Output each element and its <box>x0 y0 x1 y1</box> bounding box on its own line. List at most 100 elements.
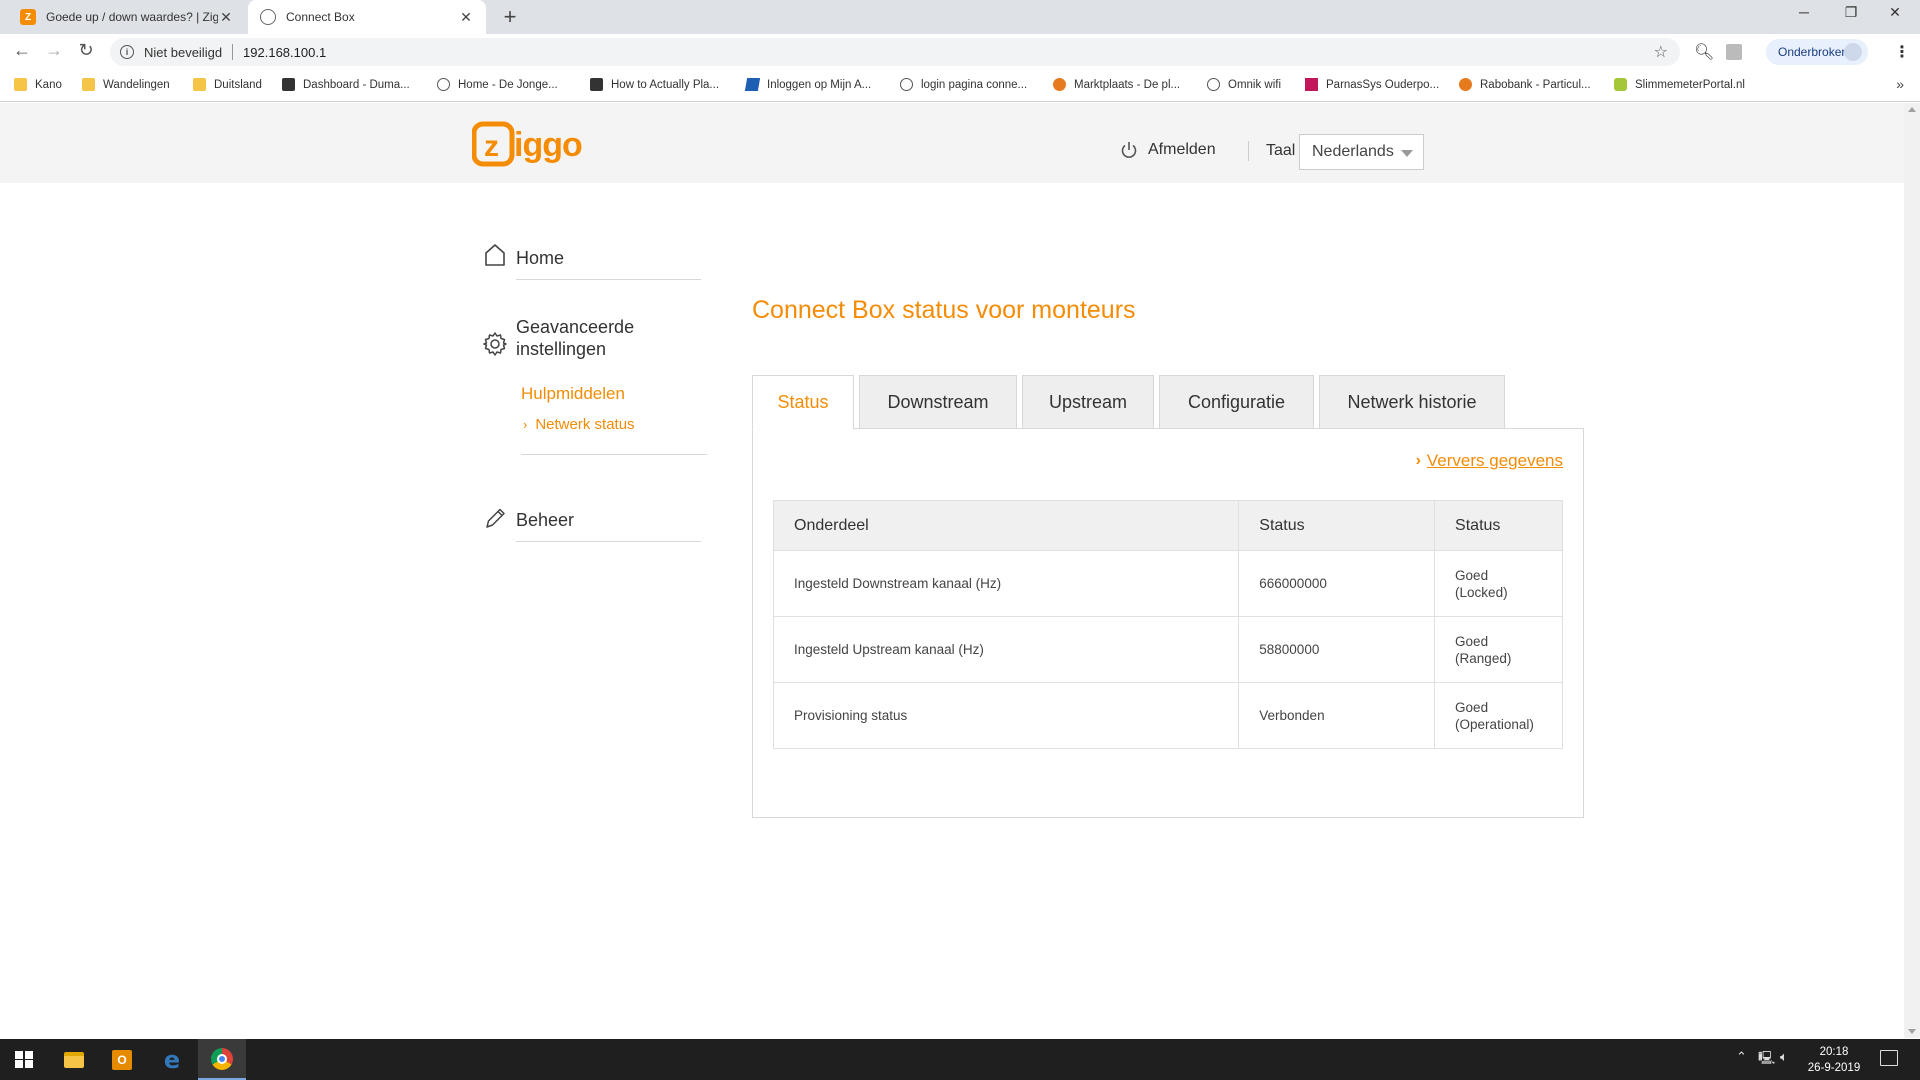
scroll-up-icon[interactable] <box>1908 107 1916 112</box>
restore-icon[interactable]: ❐ <box>1836 4 1866 21</box>
sidebar-item-label: Home <box>516 248 565 268</box>
cell-part: Ingesteld Upstream kanaal (Hz) <box>773 616 1240 683</box>
scroll-down-icon[interactable] <box>1908 1029 1916 1034</box>
extension-icon[interactable] <box>1726 44 1742 60</box>
cell-value: 666000000 <box>1238 550 1436 617</box>
column-header: Onderdeel <box>773 500 1240 551</box>
zoom-icon[interactable]: 🔍︎ <box>1694 42 1714 62</box>
bookmark-item[interactable]: Marktplaats - De pl... <box>1053 78 1180 91</box>
cell-state: Goed (Locked) <box>1434 550 1563 617</box>
bookmark-item[interactable]: Dashboard - Duma... <box>282 78 410 91</box>
bookmark-item[interactable]: login pagina conne... <box>900 78 1027 91</box>
home-icon <box>485 244 505 266</box>
pencil-icon <box>486 508 505 528</box>
browser-tab-ziggo-forum[interactable]: Z Goede up / down waardes? | Zig ✕ <box>8 0 246 34</box>
new-tab-button[interactable]: + <box>498 4 522 30</box>
tab-status[interactable]: Status <box>752 375 854 430</box>
bookmark-item[interactable]: Rabobank - Particul... <box>1459 78 1591 91</box>
ziggo-logo[interactable]: z iggo <box>472 120 592 168</box>
language-label: Taal <box>1266 142 1296 159</box>
folder-icon <box>64 1051 84 1068</box>
bookmark-item[interactable]: SlimmemeterPortal.nl <box>1614 78 1745 91</box>
back-arrow-icon[interactable]: ← <box>10 40 34 61</box>
logout-label: Afmelden <box>1148 141 1216 158</box>
bookmark-item[interactable]: Home - De Jonge... <box>437 78 558 91</box>
globe-icon <box>1207 78 1220 91</box>
page-scrollbar[interactable] <box>1904 103 1920 1038</box>
globe-icon <box>437 78 450 91</box>
info-icon[interactable]: i <box>120 45 134 59</box>
bookmark-item[interactable]: ParnasSys Ouderpo... <box>1305 78 1439 91</box>
folder-icon <box>193 78 206 91</box>
tab-downstream[interactable]: Downstream <box>859 375 1017 429</box>
tab-upstream[interactable]: Upstream <box>1022 375 1154 429</box>
cell-value: 58800000 <box>1238 616 1436 683</box>
cell-state: Goed (Operational) <box>1434 682 1563 749</box>
edge-icon: e <box>163 1045 181 1074</box>
sidebar-item-label: Geavanceerde instellingen <box>516 317 635 359</box>
bookmark-star-icon[interactable]: ☆ <box>1654 42 1668 62</box>
globe-favicon-icon <box>260 9 276 25</box>
ziggo-favicon-icon: Z <box>20 9 36 25</box>
bookmark-item[interactable]: Kano <box>14 78 62 91</box>
profile-button[interactable]: Onderbroken <box>1766 39 1868 65</box>
taskbar-outlook[interactable]: O <box>98 1039 146 1080</box>
svg-text:z: z <box>484 130 499 163</box>
refresh-label: Ververs gegevens <box>1426 451 1563 470</box>
site-favicon-icon <box>1305 78 1318 91</box>
site-favicon-icon <box>1053 78 1066 91</box>
chrome-icon <box>211 1047 233 1070</box>
power-icon <box>1121 142 1137 158</box>
site-favicon-icon <box>1459 78 1472 91</box>
tab-netwerk-historie[interactable]: Netwerk historie <box>1319 375 1505 429</box>
clock-date: 26-9-2019 <box>1807 1062 1861 1074</box>
windows-logo-icon <box>15 1050 33 1069</box>
bookmark-item[interactable]: Inloggen op Mijn A... <box>744 78 871 91</box>
close-tab-icon[interactable]: ✕ <box>458 9 474 26</box>
sidebar-divider <box>516 541 701 542</box>
close-tab-icon[interactable]: ✕ <box>218 9 234 26</box>
browser-tab-bar: Z Goede up / down waardes? | Zig ✕ Conne… <box>0 0 1920 34</box>
browser-toolbar: ← → ↻ i Niet beveiligd 192.168.100.1 ☆ 🔍… <box>0 34 1920 70</box>
folder-icon <box>14 78 27 91</box>
logout-button[interactable]: Afmelden <box>1120 141 1216 159</box>
tray-chevron-up-icon[interactable]: ⌃ <box>1736 1049 1747 1065</box>
close-window-icon[interactable]: ✕ <box>1880 4 1910 21</box>
address-bar[interactable]: i Niet beveiligd 192.168.100.1 ☆ <box>110 38 1680 66</box>
sidebar-item-label: Beheer <box>516 510 575 530</box>
bookmark-item[interactable]: Wandelingen <box>82 78 170 91</box>
sidebar-subheader-tools[interactable]: Hulpmiddelen <box>521 384 625 404</box>
volume-icon[interactable]: 🔈︎ <box>1780 1049 1788 1065</box>
url-text[interactable]: 192.168.100.1 <box>243 45 326 60</box>
menu-dots-icon[interactable]: ⋮ <box>1894 42 1910 62</box>
taskbar-chrome[interactable] <box>198 1039 246 1080</box>
tab-configuratie[interactable]: Configuratie <box>1159 375 1314 429</box>
language-select[interactable]: Nederlands <box>1299 134 1424 170</box>
notification-icon[interactable] <box>1880 1050 1898 1066</box>
taskbar-explorer[interactable] <box>50 1039 98 1080</box>
cell-value: Verbonden <box>1238 682 1436 749</box>
minimize-icon[interactable]: ─ <box>1789 4 1819 20</box>
site-header: z iggo Afmelden Taal Nederlands <box>0 103 1904 183</box>
header-divider <box>1248 141 1249 161</box>
bookmark-item[interactable]: Omnik wifi <box>1207 78 1281 91</box>
refresh-data-link[interactable]: › Ververs gegevens <box>1416 451 1563 471</box>
taskbar-clock[interactable]: 20:18 26-9-2019 <box>1800 1044 1868 1076</box>
sidebar-item-network-status[interactable]: › Netwerk status <box>523 416 635 433</box>
outlook-icon: O <box>112 1049 132 1070</box>
reload-icon[interactable]: ↻ <box>74 40 98 61</box>
bookmark-item[interactable]: How to Actually Pla... <box>590 78 719 91</box>
network-icon[interactable]: 🖳︎ <box>1758 1049 1775 1071</box>
start-button[interactable] <box>0 1039 48 1080</box>
chevron-right-icon: › <box>1415 452 1421 469</box>
bookmark-item[interactable]: Duitsland <box>193 78 262 91</box>
browser-tab-connect-box[interactable]: Connect Box ✕ <box>248 0 486 34</box>
tab-title: Goede up / down waardes? | Zig <box>46 10 218 24</box>
status-table: Onderdeel Status Status Ingesteld Downst… <box>773 500 1563 749</box>
avatar-icon <box>1844 43 1862 61</box>
taskbar-edge[interactable]: e <box>148 1039 196 1080</box>
forward-arrow-icon[interactable]: → <box>42 40 66 61</box>
table-row: Ingesteld Upstream kanaal (Hz) 58800000 … <box>773 616 1563 683</box>
more-bookmarks-icon[interactable]: » <box>1896 76 1904 92</box>
address-separator <box>232 44 234 60</box>
